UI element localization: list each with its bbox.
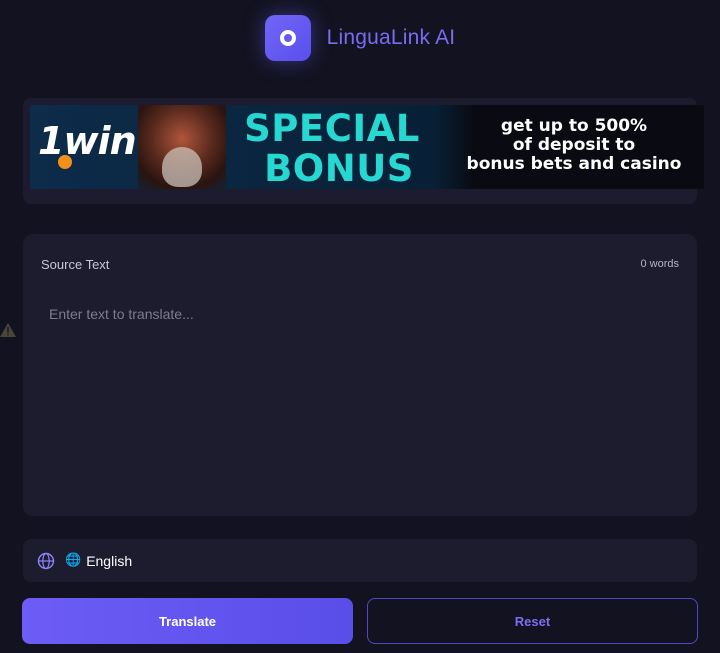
app-header: LinguaLink AI — [0, 12, 720, 64]
globe-icon — [37, 552, 55, 569]
ad-subtext-line3: bonus bets and casino — [466, 154, 682, 174]
source-text-input[interactable] — [33, 298, 687, 504]
ad-container: 1win SPECIAL BONUS get up to 500% of dep… — [23, 98, 704, 204]
ad-headline-line1: SPECIAL — [244, 107, 420, 150]
language-select[interactable]: 🌐 English — [65, 553, 132, 569]
warning-icon — [0, 323, 16, 337]
language-selected-label: English — [86, 552, 133, 569]
ad-subtext: get up to 500% of deposit to bonus bets … — [448, 117, 700, 174]
ad-headline-line2: BONUS — [264, 147, 414, 189]
language-row: 🌐 English — [23, 539, 697, 582]
reset-button[interactable]: Reset — [367, 598, 698, 644]
translate-button[interactable]: Translate — [22, 598, 353, 644]
ad-brand-text: 1win — [38, 119, 137, 163]
ad-banner[interactable]: 1win SPECIAL BONUS get up to 500% of dep… — [30, 105, 704, 189]
app-page: LinguaLink AI 1win SPECIAL BONUS get up … — [0, 0, 720, 653]
ad-subtext-line2: of deposit to — [512, 135, 636, 155]
ad-subtext-line1: get up to 500% — [500, 116, 648, 136]
ad-brand-dot — [58, 155, 72, 169]
word-count: 0 words — [640, 258, 679, 270]
app-title: LinguaLink AI — [326, 26, 456, 49]
language-globe-emoji-icon: 🌐 — [65, 553, 82, 568]
ad-brand-logo: 1win — [38, 119, 137, 163]
ring-logo-icon — [279, 30, 296, 46]
app-logo — [264, 15, 311, 61]
ad-character-beard — [162, 147, 202, 187]
ad-character-image — [138, 105, 226, 189]
source-text-label: Source Text — [41, 257, 110, 272]
ad-headline: SPECIAL BONUS — [214, 109, 450, 189]
source-text-card: Source Text 0 words — [23, 234, 697, 516]
